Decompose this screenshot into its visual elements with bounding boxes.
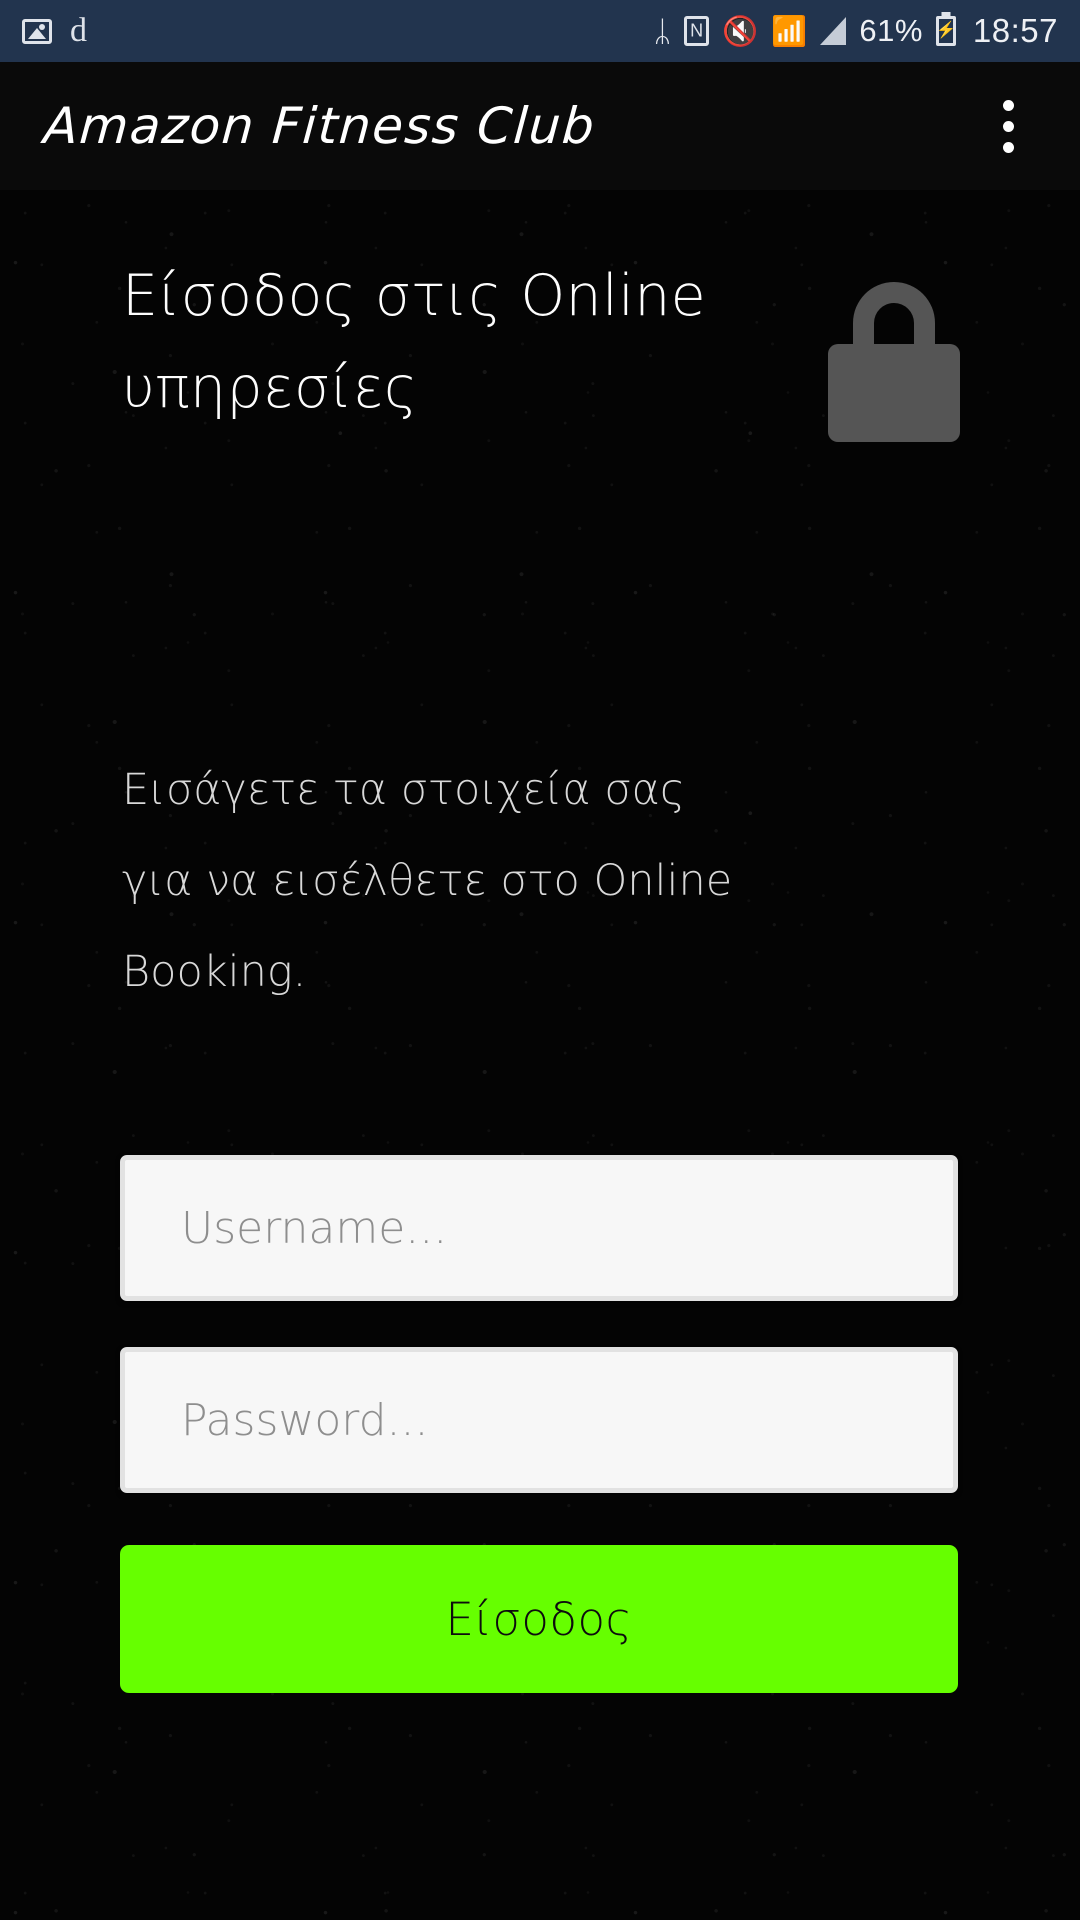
lock-icon [828,282,960,442]
page-title: Amazon Fitness Club [41,97,598,155]
login-description: Εισάγετε τα στοιχεία σας για να εισέλθετ… [122,765,733,997]
login-heading: Είσοδος στις Online υπηρεσίες [122,263,707,421]
phone-screen: d ᛦ 🔇 📶 61% 18:57 Amazon Fitness Club Εί… [0,0,1080,1920]
overflow-menu-icon[interactable] [980,83,1036,169]
overflow-dot [1002,99,1014,111]
login-heading-row: Είσοδος στις Online υπηρεσίες [0,250,1080,442]
status-bar: d ᛦ 🔇 📶 61% 18:57 [0,0,1080,62]
cellular-signal-icon [820,17,847,45]
password-input[interactable] [120,1347,958,1493]
battery-charging-icon [935,16,956,46]
clock: 18:57 [972,12,1058,49]
battery-percent: 61% [859,13,923,48]
login-form: Είσοδος [120,1155,958,1693]
overflow-dot [1002,141,1014,153]
lock-body [828,344,960,442]
status-bar-system-icons: ᛦ 🔇 📶 61% 18:57 [654,12,1058,50]
wifi-icon: 📶 [771,13,808,48]
bluetooth-icon: ᛦ [653,13,672,48]
volume-mute-icon: 🔇 [722,13,759,48]
app-d-icon: d [70,12,87,49]
username-input[interactable] [120,1155,958,1301]
status-bar-notifications: d [22,14,87,48]
app-bar: Amazon Fitness Club [0,62,1080,190]
nfc-icon [684,16,710,46]
gallery-icon [22,18,52,44]
overflow-dot [1002,120,1014,132]
login-submit-button[interactable]: Είσοδος [120,1545,958,1693]
